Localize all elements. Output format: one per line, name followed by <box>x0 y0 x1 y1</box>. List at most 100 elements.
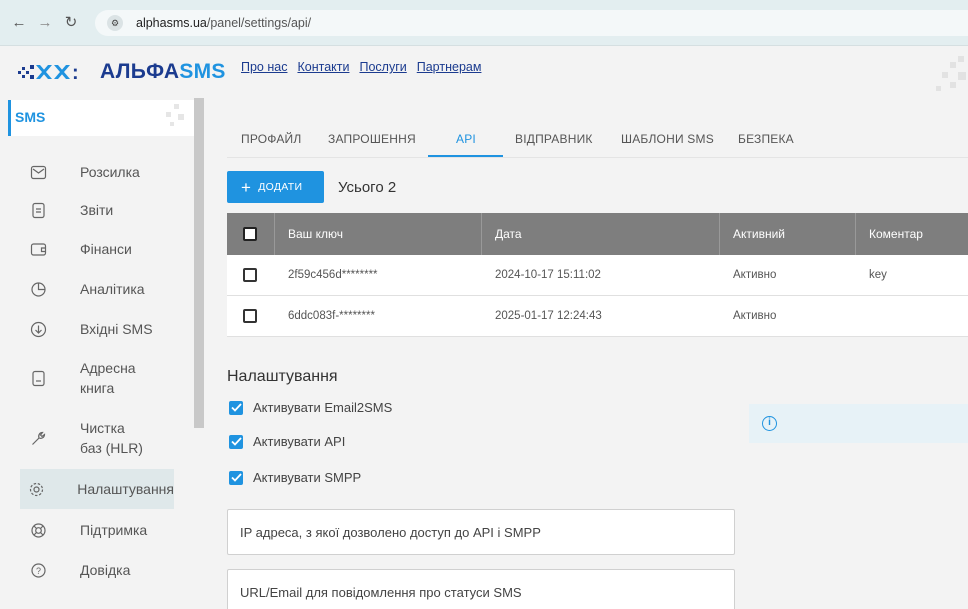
help-icon: ? <box>28 560 48 580</box>
date-cell: 2024-10-17 15:11:02 <box>495 269 601 281</box>
email2sms-checkbox[interactable] <box>229 400 243 415</box>
column-header-date[interactable]: Дата <box>495 213 522 255</box>
row-checkbox[interactable] <box>243 268 257 282</box>
logo-text: АЛЬФАSMS <box>100 60 226 84</box>
sidebar-section-sms[interactable]: SMS <box>8 100 194 136</box>
logo[interactable]: : АЛЬФАSMS <box>18 59 226 85</box>
nav-link-contacts[interactable]: Контакти <box>297 60 349 74</box>
date-cell: 2025-01-17 12:24:43 <box>495 310 602 322</box>
nav-link-partners[interactable]: Партнерам <box>417 60 482 74</box>
sidebar-item-support[interactable]: Підтримка <box>20 514 174 546</box>
sidebar-item-help[interactable]: ? Довідка <box>20 554 174 586</box>
info-box: i <box>749 404 968 443</box>
logo-text-main: АЛЬФА <box>100 60 180 83</box>
svg-text:?: ? <box>35 566 40 576</box>
nav-link-about[interactable]: Про нас <box>241 60 287 74</box>
site-settings-icon[interactable]: ⚙ <box>107 15 123 31</box>
decorative-pixels <box>166 104 184 126</box>
plus-icon: + <box>241 177 252 197</box>
api-checkbox-row[interactable]: Активувати API <box>229 434 345 449</box>
address-book-icon <box>28 368 48 388</box>
tab-api[interactable]: API <box>456 132 476 146</box>
smpp-checkbox-row[interactable]: Активувати SMPP <box>229 470 361 485</box>
sidebar-item-label: Аналітика <box>80 280 145 297</box>
sidebar-item-address-book[interactable]: Адресна книга <box>20 356 174 400</box>
column-divider <box>855 213 856 255</box>
tab-profile[interactable]: ПРОФАЙЛ <box>241 132 301 146</box>
email2sms-label: Активувати Email2SMS <box>253 400 393 415</box>
sidebar-item-label: Розсилка <box>80 163 140 180</box>
api-checkbox[interactable] <box>229 434 243 449</box>
smpp-checkbox[interactable] <box>229 470 243 485</box>
status-url-input[interactable] <box>228 570 734 609</box>
tab-invitations[interactable]: ЗАПРОШЕННЯ <box>328 132 416 146</box>
sidebar-item-analytics[interactable]: Аналітика <box>20 273 174 305</box>
url-path: /panel/settings/api/ <box>206 16 312 30</box>
row-checkbox[interactable] <box>243 309 257 323</box>
checkmark-icon <box>230 473 242 482</box>
column-header-comment[interactable]: Коментар <box>869 213 923 255</box>
column-divider <box>481 213 482 255</box>
active-cell: Активно <box>733 269 777 281</box>
add-button-label: ДОДАТИ <box>258 181 303 193</box>
column-divider <box>274 213 275 255</box>
sidebar-item-label: Налаштування <box>77 480 174 497</box>
table-header: Ваш ключ Дата Активний Коментар <box>227 213 968 255</box>
sidebar-item-label: Фінанси <box>80 240 132 257</box>
document-icon <box>28 200 48 220</box>
sidebar-item-label: Адресна книга <box>80 359 136 396</box>
ip-address-input[interactable] <box>228 510 734 554</box>
column-header-key[interactable]: Ваш ключ <box>288 213 343 255</box>
active-cell: Активно <box>733 310 777 322</box>
browser-toolbar: ← → ↻ ⚙ alphasms.ua/panel/settings/api/ <box>0 0 968 46</box>
email2sms-checkbox-row[interactable]: Активувати Email2SMS <box>229 400 392 415</box>
row-select-cell <box>243 255 257 295</box>
sidebar-item-reports[interactable]: Звіти <box>20 194 174 226</box>
info-icon: i <box>762 416 777 431</box>
smpp-label: Активувати SMPP <box>253 470 362 485</box>
decorative-pixels <box>936 56 966 91</box>
settings-tabs: ПРОФАЙЛ ЗАПРОШЕННЯ API ВІДПРАВНИК ШАБЛОН… <box>227 118 968 158</box>
status-url-field-wrapper <box>227 569 735 609</box>
api-keys-table: Ваш ключ Дата Активний Коментар 2f59c456… <box>227 213 968 337</box>
key-cell: 2f59c456d******** <box>288 269 378 281</box>
row-select-cell <box>243 296 257 336</box>
sidebar-item-label: Вхідні SMS <box>80 320 153 337</box>
key-cell: 6ddc083f-******** <box>288 310 375 322</box>
logo-text-sms: SMS <box>179 60 226 83</box>
checkmark-icon <box>230 437 242 446</box>
checkmark-icon <box>230 403 242 412</box>
settings-title: Налаштування <box>227 368 338 385</box>
sidebar-item-label: Підтримка <box>80 521 148 538</box>
table-row[interactable]: 2f59c456d******** 2024-10-17 15:11:02 Ак… <box>227 255 968 296</box>
reload-icon[interactable]: ↻ <box>60 12 82 34</box>
sidebar-scrollbar[interactable] <box>194 98 204 428</box>
sidebar-item-incoming-sms[interactable]: Вхідні SMS <box>20 313 174 345</box>
forward-icon[interactable]: → <box>34 12 56 34</box>
sidebar-item-mailing[interactable]: Розсилка <box>20 156 174 188</box>
pie-chart-icon <box>28 279 48 299</box>
tab-security[interactable]: БЕЗПЕКА <box>738 132 794 146</box>
select-all-checkbox[interactable] <box>243 227 257 241</box>
nav-link-services[interactable]: Послуги <box>359 60 406 74</box>
wallet-icon <box>28 239 48 259</box>
wrench-icon <box>28 428 48 448</box>
sidebar-item-label: Чистка баз (HLR) <box>80 419 143 456</box>
sidebar-item-settings[interactable]: Налаштування <box>20 469 174 509</box>
address-bar[interactable]: ⚙ alphasms.ua/panel/settings/api/ <box>95 10 968 36</box>
top-nav: Про нас Контакти Послуги Партнерам <box>241 60 481 74</box>
back-icon[interactable]: ← <box>8 12 30 34</box>
sidebar-item-hlr[interactable]: Чистка баз (HLR) <box>20 416 174 460</box>
tab-sender[interactable]: ВІДПРАВНИК <box>515 132 593 146</box>
total-count: Усього 2 <box>338 179 397 196</box>
sidebar-item-finance[interactable]: Фінанси <box>20 233 174 265</box>
column-header-active[interactable]: Активний <box>733 213 785 255</box>
lifebuoy-icon <box>28 520 48 540</box>
tab-sms-templates[interactable]: ШАБЛОНИ SMS <box>621 132 714 146</box>
table-row[interactable]: 6ddc083f-******** 2025-01-17 12:24:43 Ак… <box>227 296 968 337</box>
ip-address-field-wrapper <box>227 509 735 555</box>
active-tab-indicator <box>428 155 503 157</box>
sidebar: SMS Розсилка Звіти Фінанси Аналітика Вхі… <box>8 98 204 609</box>
add-key-button[interactable]: + ДОДАТИ <box>227 171 324 203</box>
select-all-cell <box>243 213 257 255</box>
